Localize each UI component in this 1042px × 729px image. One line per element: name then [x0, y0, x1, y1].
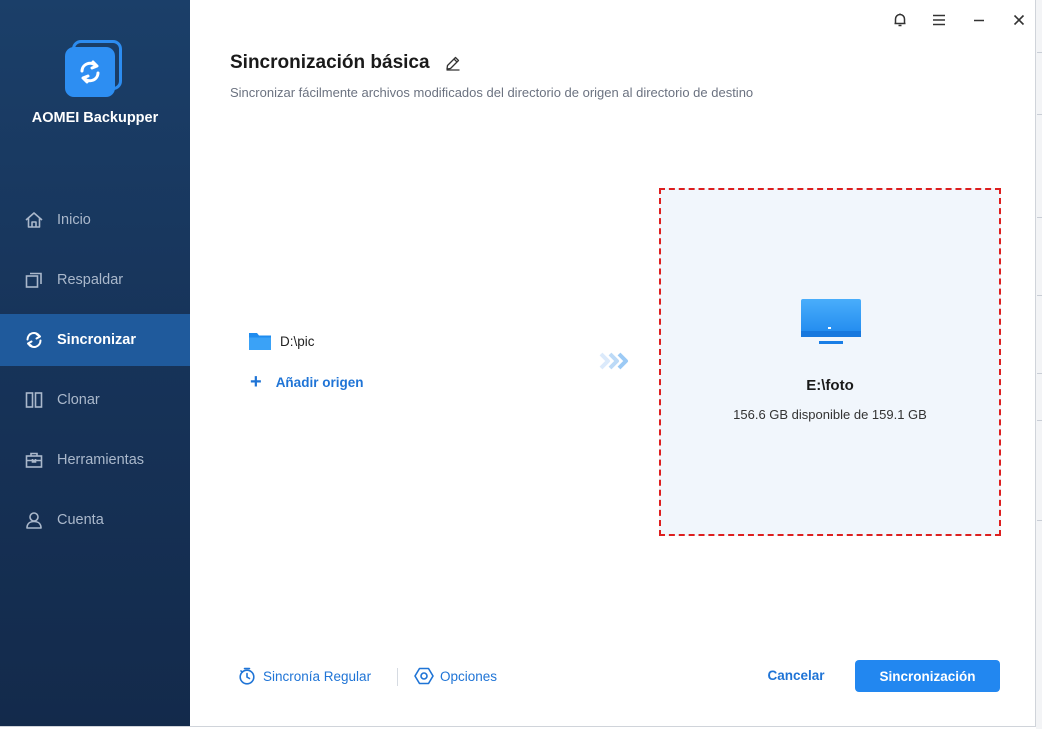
destination-path: E:\foto	[806, 377, 854, 394]
pencil-icon	[446, 56, 460, 71]
background-line	[1037, 52, 1042, 53]
clock-icon	[239, 667, 255, 685]
plus-icon: +	[250, 371, 262, 393]
menu-icon	[933, 14, 945, 26]
settings-hexagon-icon	[414, 667, 434, 685]
sidebar-nav: Inicio Respaldar Sincronizar Clonar Herr…	[0, 194, 190, 554]
options-label: Opciones	[440, 668, 498, 684]
background-line	[1037, 114, 1042, 115]
sidebar-item-respaldar[interactable]: Respaldar	[0, 254, 190, 306]
footer-divider	[397, 668, 398, 686]
add-source-button[interactable]: + Añadir origen	[250, 372, 363, 392]
schedule-sync-button[interactable]: Sincronía Regular	[237, 666, 371, 686]
sidebar-item-label: Herramientas	[57, 452, 145, 468]
bell-icon	[894, 13, 906, 27]
toolbox-icon	[25, 452, 43, 468]
source-path: D:\pic	[280, 333, 315, 349]
minimize-icon	[974, 19, 984, 22]
user-icon	[26, 512, 42, 529]
sidebar-item-sincronizar[interactable]: Sincronizar	[0, 314, 190, 366]
sync-logo-icon	[65, 47, 115, 97]
folder-icon	[249, 333, 271, 350]
sidebar-item-herramientas[interactable]: Herramientas	[0, 434, 190, 486]
minimize-button[interactable]	[967, 8, 991, 32]
sidebar-item-label: Sincronizar	[57, 332, 136, 348]
monitor-icon	[801, 299, 861, 344]
sidebar-item-label: Respaldar	[57, 272, 124, 288]
sidebar: AOMEI Backupper Inicio Respaldar Sincron…	[0, 0, 190, 726]
notifications-button[interactable]	[888, 8, 912, 32]
page-subtitle: Sincronizar fácilmente archivos modifica…	[230, 85, 754, 100]
start-sync-button[interactable]: Sincronización	[855, 660, 1000, 692]
background-line	[1037, 217, 1042, 218]
options-button[interactable]: Opciones	[414, 666, 497, 686]
add-source-label: Añadir origen	[275, 374, 364, 390]
sidebar-item-clonar[interactable]: Clonar	[0, 374, 190, 426]
sidebar-item-label: Clonar	[57, 392, 100, 408]
cancel-button[interactable]: Cancelar	[756, 668, 836, 688]
home-icon	[25, 212, 43, 228]
sidebar-item-label: Inicio	[57, 212, 91, 228]
sidebar-item-cuenta[interactable]: Cuenta	[0, 494, 190, 546]
sidebar-item-label: Cuenta	[57, 512, 104, 528]
background-line	[1037, 520, 1042, 521]
background-line	[1037, 373, 1042, 374]
schedule-sync-label: Sincronía Regular	[263, 668, 372, 684]
menu-button[interactable]	[927, 8, 951, 32]
clone-icon	[25, 392, 43, 408]
sync-icon	[26, 331, 42, 349]
window-edge	[1036, 0, 1042, 729]
sidebar-item-inicio[interactable]: Inicio	[0, 194, 190, 246]
direction-arrows-icon	[599, 352, 628, 370]
background-line	[1037, 295, 1042, 296]
background-line	[1037, 420, 1042, 421]
backup-icon	[25, 272, 42, 288]
close-icon	[1013, 14, 1025, 26]
app-window: AOMEI Backupper Inicio Respaldar Sincron…	[0, 0, 1036, 727]
source-folder-item[interactable]: D:\pic	[248, 330, 315, 352]
app-logo	[62, 36, 126, 100]
page-title: Sincronización básica	[230, 52, 430, 73]
destination-selector[interactable]: E:\foto 156.6 GB disponible de 159.1 GB	[659, 188, 1001, 536]
edit-title-button[interactable]	[444, 54, 462, 72]
destination-space: 156.6 GB disponible de 159.1 GB	[733, 407, 927, 422]
app-name: AOMEI Backupper	[31, 110, 159, 126]
close-button[interactable]	[1007, 8, 1031, 32]
